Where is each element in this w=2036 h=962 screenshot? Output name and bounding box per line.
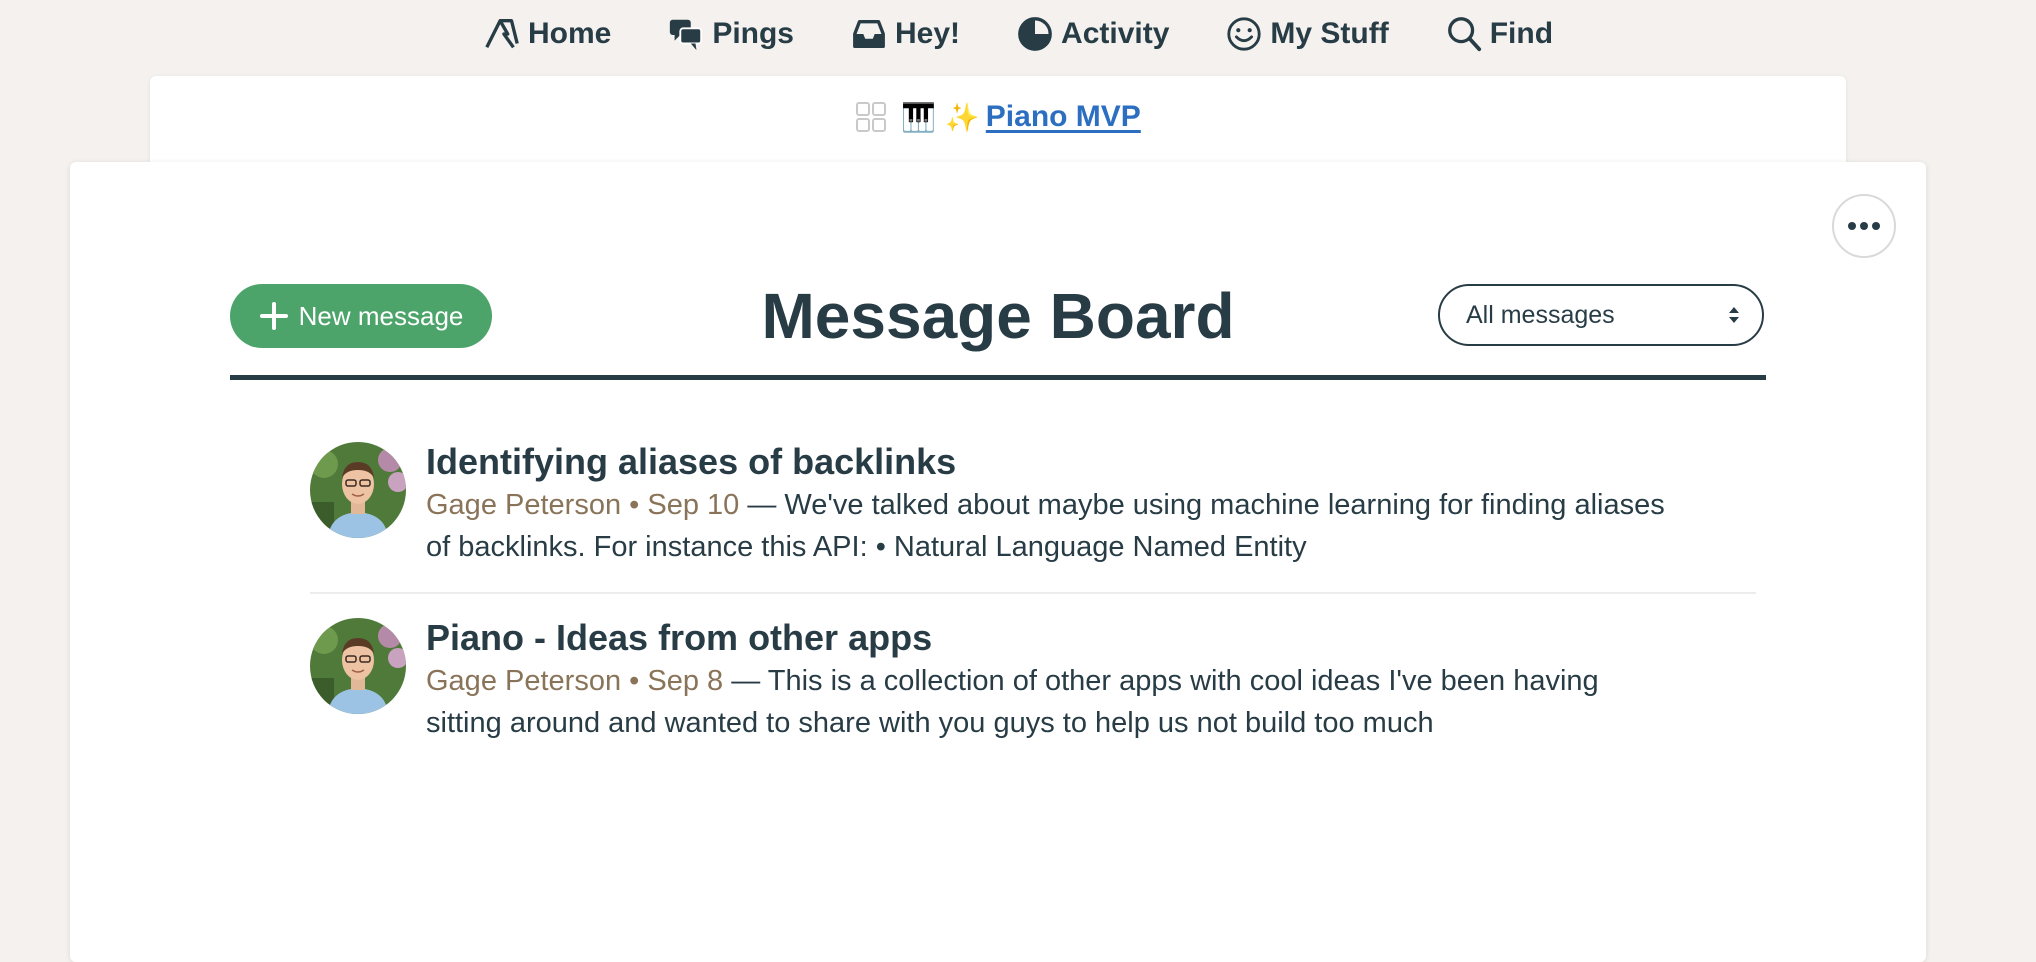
nav-my-stuff-label: My Stuff: [1270, 17, 1389, 50]
message-body: Identifying aliases of backlinks Gage Pe…: [426, 440, 1666, 568]
project-emoji: 🎹 ✨: [901, 100, 980, 134]
message-list: Identifying aliases of backlinks Gage Pe…: [310, 440, 1756, 792]
message-filter-select[interactable]: All messages: [1438, 284, 1764, 346]
list-item[interactable]: Piano - Ideas from other apps Gage Peter…: [310, 616, 1756, 768]
project-name-link[interactable]: Piano MVP: [986, 100, 1141, 134]
nav-find[interactable]: Find: [1417, 0, 1581, 68]
message-title[interactable]: Piano - Ideas from other apps: [426, 616, 1666, 660]
nav-hey-label: Hey!: [895, 17, 961, 50]
top-navigation: Home Pings Hey! Activity My Stuff Find: [0, 0, 2036, 68]
more-options-button[interactable]: [1832, 194, 1896, 258]
nav-home[interactable]: Home: [455, 0, 639, 68]
nav-pings-label: Pings: [712, 17, 794, 50]
nav-pings[interactable]: Pings: [639, 0, 822, 68]
nav-activity-label: Activity: [1061, 17, 1170, 50]
activity-icon: [1018, 17, 1052, 51]
avatar[interactable]: [310, 442, 406, 538]
message-author: Gage Peterson: [426, 665, 622, 697]
message-excerpt: Gage Peterson • Sep 8 — This is a collec…: [426, 665, 1599, 739]
breadcrumb: 🎹 ✨ Piano MVP: [150, 100, 1846, 134]
search-icon: [1447, 17, 1481, 52]
select-arrows-icon: [1729, 307, 1739, 323]
avatar-photo: [310, 442, 406, 538]
message-board-panel: New message Message Board All messages I…: [70, 162, 1926, 962]
message-author: Gage Peterson: [426, 489, 622, 521]
ellipsis-icon: [1848, 222, 1880, 230]
smiley-icon: [1227, 17, 1262, 51]
avatar-photo: [310, 618, 406, 714]
list-item[interactable]: Identifying aliases of backlinks Gage Pe…: [310, 440, 1756, 594]
message-body: Piano - Ideas from other apps Gage Peter…: [426, 616, 1666, 744]
message-title[interactable]: Identifying aliases of backlinks: [426, 440, 1666, 484]
pings-icon: [670, 19, 703, 51]
hey-inbox-icon: [853, 19, 885, 49]
avatar[interactable]: [310, 618, 406, 714]
nav-home-label: Home: [527, 17, 612, 50]
message-filter-value: All messages: [1466, 300, 1615, 329]
home-icon: [485, 19, 519, 49]
nav-hey[interactable]: Hey!: [822, 0, 988, 68]
message-date: Sep 10: [647, 489, 740, 521]
nav-find-label: Find: [1489, 17, 1554, 50]
nav-my-stuff[interactable]: My Stuff: [1197, 0, 1416, 68]
message-excerpt: Gage Peterson • Sep 10 — We've talked ab…: [426, 489, 1665, 563]
title-divider: [230, 375, 1766, 380]
message-date: Sep 8: [647, 665, 724, 697]
nav-activity[interactable]: Activity: [988, 0, 1197, 68]
grid-switcher-icon[interactable]: [855, 101, 887, 133]
